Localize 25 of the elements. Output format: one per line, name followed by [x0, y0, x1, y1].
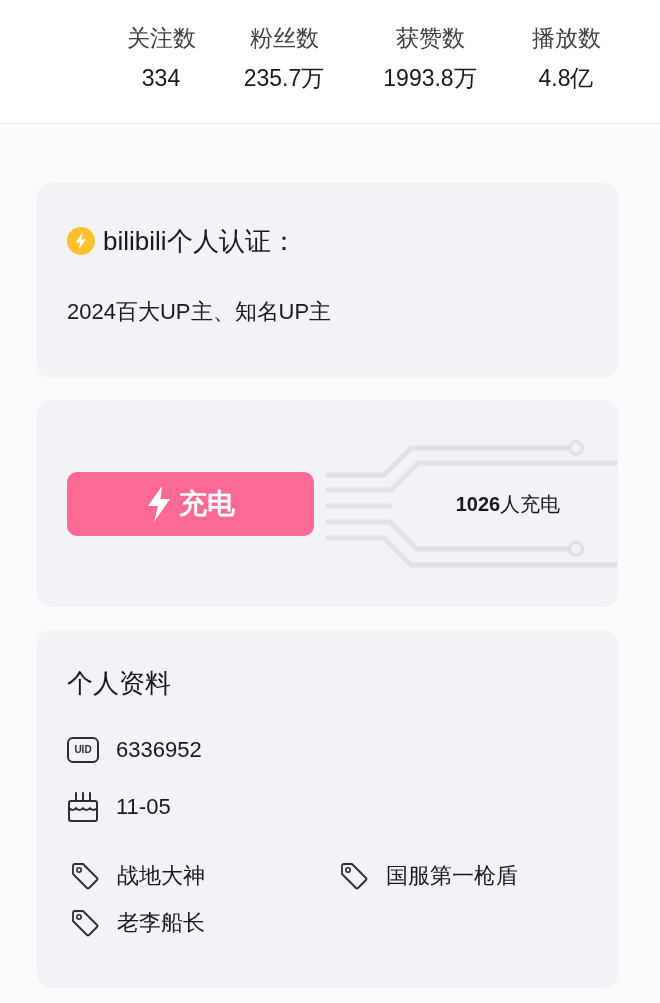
uid-value: 6336952: [116, 736, 202, 764]
stat-label: 粉丝数: [249, 24, 319, 53]
tag-label: 国服第一枪盾: [386, 862, 518, 890]
stat-value: 1993.8万: [383, 64, 477, 93]
stat-value: 334: [141, 64, 181, 93]
lightning-badge-icon: [67, 227, 95, 255]
charge-button[interactable]: 充电: [67, 471, 314, 536]
stat-value: 235.7万: [243, 64, 325, 93]
cake-icon: [67, 792, 99, 822]
tag-icon: [340, 862, 368, 890]
supporter-count: 1026人充电: [455, 491, 561, 517]
stat-label: 播放数: [531, 24, 601, 53]
tag-icon: [71, 909, 99, 937]
tag-label: 战地大神: [117, 862, 205, 890]
stat-label: 获赞数: [395, 24, 465, 53]
tag-label: 老李船长: [117, 909, 205, 937]
birthday-value: 11-05: [116, 793, 171, 821]
uid-badge: UID: [67, 737, 99, 763]
lightning-icon: [146, 485, 171, 522]
verification-description: 2024百大UP主、知名UP主: [67, 298, 333, 326]
tag-icon: [71, 862, 99, 890]
stat-value: 4.8亿: [538, 64, 594, 93]
stat-label: 关注数: [126, 24, 196, 53]
verification-title: bilibili个人认证：: [103, 226, 297, 256]
profile-title: 个人资料: [67, 668, 172, 698]
